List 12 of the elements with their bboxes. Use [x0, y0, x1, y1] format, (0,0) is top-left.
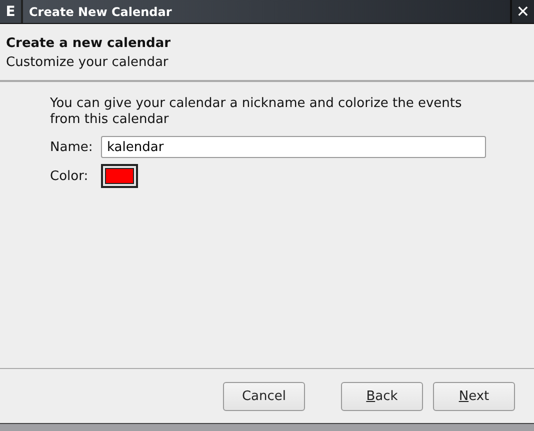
- color-label: Color:: [50, 168, 90, 184]
- color-picker-button[interactable]: [101, 164, 138, 188]
- name-field[interactable]: kalendar: [101, 136, 486, 158]
- name-label: Name:: [50, 140, 91, 154]
- page-title: Create a new calendar: [6, 36, 172, 51]
- dialog-button[interactable]: Next: [433, 382, 515, 410]
- window-title: Create New Calendar: [28, 4, 173, 20]
- dialog-button[interactable]: Cancel: [223, 382, 305, 410]
- description-text: You can give your calendar a nickname and colorize the events from this calendar: [50, 96, 463, 128]
- page-subtitle: Customize your calendar: [6, 55, 170, 70]
- dialog-button[interactable]: Back: [341, 382, 423, 410]
- window-menu-button[interactable]: E: [0, 0, 23, 23]
